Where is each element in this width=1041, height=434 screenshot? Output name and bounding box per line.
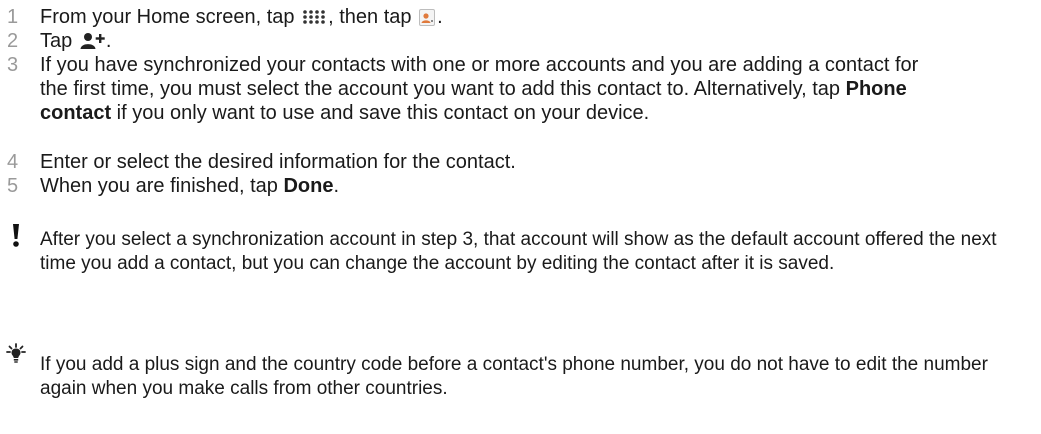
step-text-part: From your Home screen, tap xyxy=(40,6,301,28)
step-number: 4 xyxy=(7,151,19,173)
step-text: From your Home screen, tap , then tap . xyxy=(40,5,1000,29)
step-number: 5 xyxy=(7,175,19,197)
note-text: After you select a synchronization accou… xyxy=(40,229,997,274)
step-text: Tap . xyxy=(40,29,1000,53)
lightbulb-tip-icon xyxy=(6,343,26,363)
add-contact-icon xyxy=(80,33,105,49)
step-number: 3 xyxy=(7,54,19,76)
step-text-part: , then tap xyxy=(328,6,418,28)
step-text: If you have synchronized your contacts w… xyxy=(40,53,940,125)
exclamation-icon xyxy=(13,224,19,247)
step-text: Enter or select the desired information … xyxy=(40,151,516,173)
contacts-app-icon xyxy=(419,9,436,26)
apps-grid-icon xyxy=(303,10,325,24)
step-text-part: . xyxy=(105,30,112,52)
step-text-part: . xyxy=(437,6,443,28)
ui-term-done: Done xyxy=(283,175,334,197)
step-text-part: If you have synchronized your contacts w… xyxy=(40,54,919,100)
step-number: 2 xyxy=(7,30,19,52)
step-text-part: . xyxy=(333,175,340,197)
step-text: When you are finished, tap Done. xyxy=(40,174,1000,198)
step-text-part: if you only want to use and save this co… xyxy=(111,102,650,124)
tip-text: If you add a plus sign and the country c… xyxy=(40,354,988,399)
step-number: 1 xyxy=(7,6,19,28)
step-text-part: When you are finished, tap xyxy=(40,175,284,197)
step-text-part: Tap xyxy=(40,30,78,52)
